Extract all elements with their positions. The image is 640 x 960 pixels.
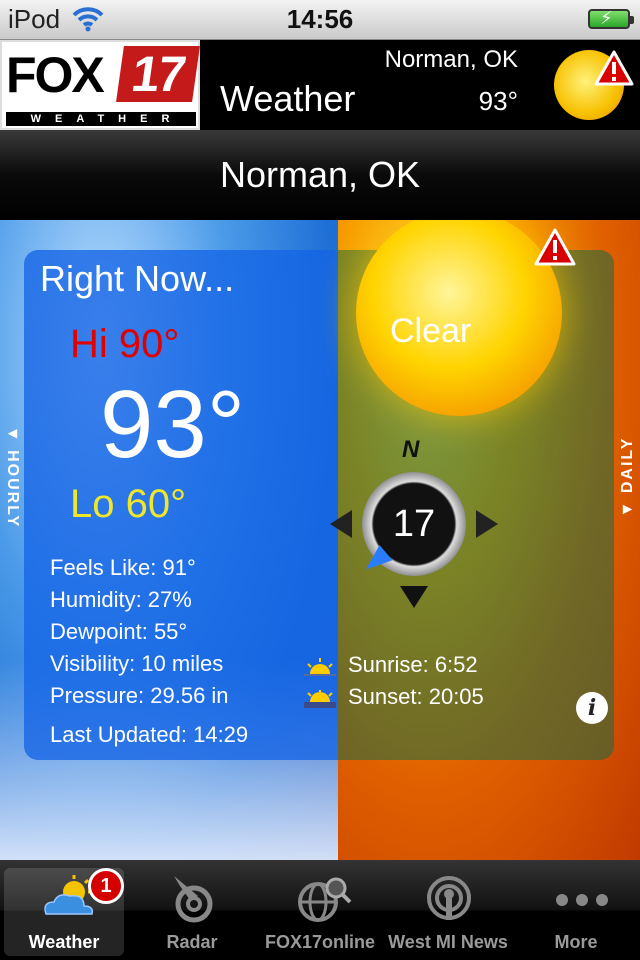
tab-weather-label: Weather — [28, 932, 100, 952]
status-bar: iPod 14:56 ⚡ — [0, 0, 640, 40]
daily-label: ▼ DAILY — [619, 436, 636, 518]
location-bar: Norman, OK — [0, 130, 640, 220]
sunrise-time: Sunrise: 6:52 — [348, 652, 478, 677]
condition-label: Clear — [390, 312, 472, 350]
tab-west-mi-news[interactable]: West MI News — [388, 868, 508, 956]
tab-radar[interactable]: Radar — [132, 868, 252, 956]
partly-cloudy-icon — [40, 874, 94, 924]
north-indicator: N — [402, 436, 420, 463]
tab-bar: 1 Weather Radar FOX17online West MI News… — [0, 860, 640, 960]
header-temperature: 93° — [478, 86, 518, 116]
alert-warning-icon[interactable] — [534, 228, 576, 271]
hi-temp: Hi 90° — [70, 322, 180, 366]
feels-like: Feels Like: 91° — [50, 555, 196, 580]
current-temp: 93° — [100, 371, 246, 478]
logo-brand: FOX — [6, 47, 105, 103]
tab-west-mi-news-label: West MI News — [388, 932, 508, 952]
compass-left-arrow — [330, 510, 352, 538]
hourly-tab[interactable]: ▼ HOURLY — [0, 420, 24, 540]
tab-weather[interactable]: 1 Weather — [4, 868, 124, 956]
notification-badge: 1 — [88, 868, 124, 904]
podcast-icon — [424, 874, 474, 924]
logo-subtitle: WEATHER — [6, 112, 196, 126]
tab-fox17online[interactable]: FOX17online — [260, 868, 380, 956]
app-header: FOX 17 WEATHER Weather Norman, OK 93° — [0, 40, 640, 130]
tab-more[interactable]: More — [516, 868, 636, 956]
hourly-label: ▼ HOURLY — [4, 425, 21, 529]
dewpoint: Dewpoint: 55° — [50, 619, 188, 644]
last-updated: Last Updated: 14:29 — [50, 722, 249, 747]
sunrise-icon — [304, 658, 336, 676]
details-list: Feels Like: 91° Humidity: 27% Dewpoint: … — [50, 552, 229, 712]
more-dots-icon — [552, 874, 608, 924]
tab-more-label: More — [554, 932, 598, 952]
tab-fox17online-label: FOX17online — [264, 932, 376, 952]
daily-tab[interactable]: ▼ DAILY — [614, 420, 640, 540]
sunset-time: Sunset: 20:05 — [348, 684, 484, 709]
warning-icon[interactable] — [594, 50, 634, 91]
globe-search-icon — [296, 874, 352, 924]
compass-right-arrow — [476, 510, 498, 538]
visibility: Visibility: 10 miles — [50, 651, 224, 676]
pressure: Pressure: 29.56 in — [50, 683, 229, 708]
header-location: Norman, OK — [384, 46, 518, 73]
charging-bolt-icon: ⚡ — [600, 8, 613, 28]
logo-number: 17 — [116, 46, 200, 102]
location-title: Norman, OK — [219, 154, 421, 195]
radar-icon — [168, 874, 218, 924]
fox17-logo: FOX 17 WEATHER — [0, 40, 200, 130]
clock: 14:56 — [286, 4, 354, 34]
info-button[interactable]: i — [576, 692, 608, 724]
lo-temp: Lo 60° — [70, 482, 187, 526]
compass-down-arrow — [400, 586, 428, 608]
tab-radar-label: Radar — [166, 932, 218, 952]
sunset-icon — [304, 690, 336, 708]
header-title: Weather — [220, 78, 356, 119]
battery-icon: ⚡ — [588, 8, 634, 29]
right-now-title: Right Now... — [40, 258, 235, 299]
weather-main: ▼ HOURLY ▼ DAILY Right Now... Hi 90° 93°… — [0, 220, 640, 860]
humidity: Humidity: 27% — [50, 587, 192, 612]
